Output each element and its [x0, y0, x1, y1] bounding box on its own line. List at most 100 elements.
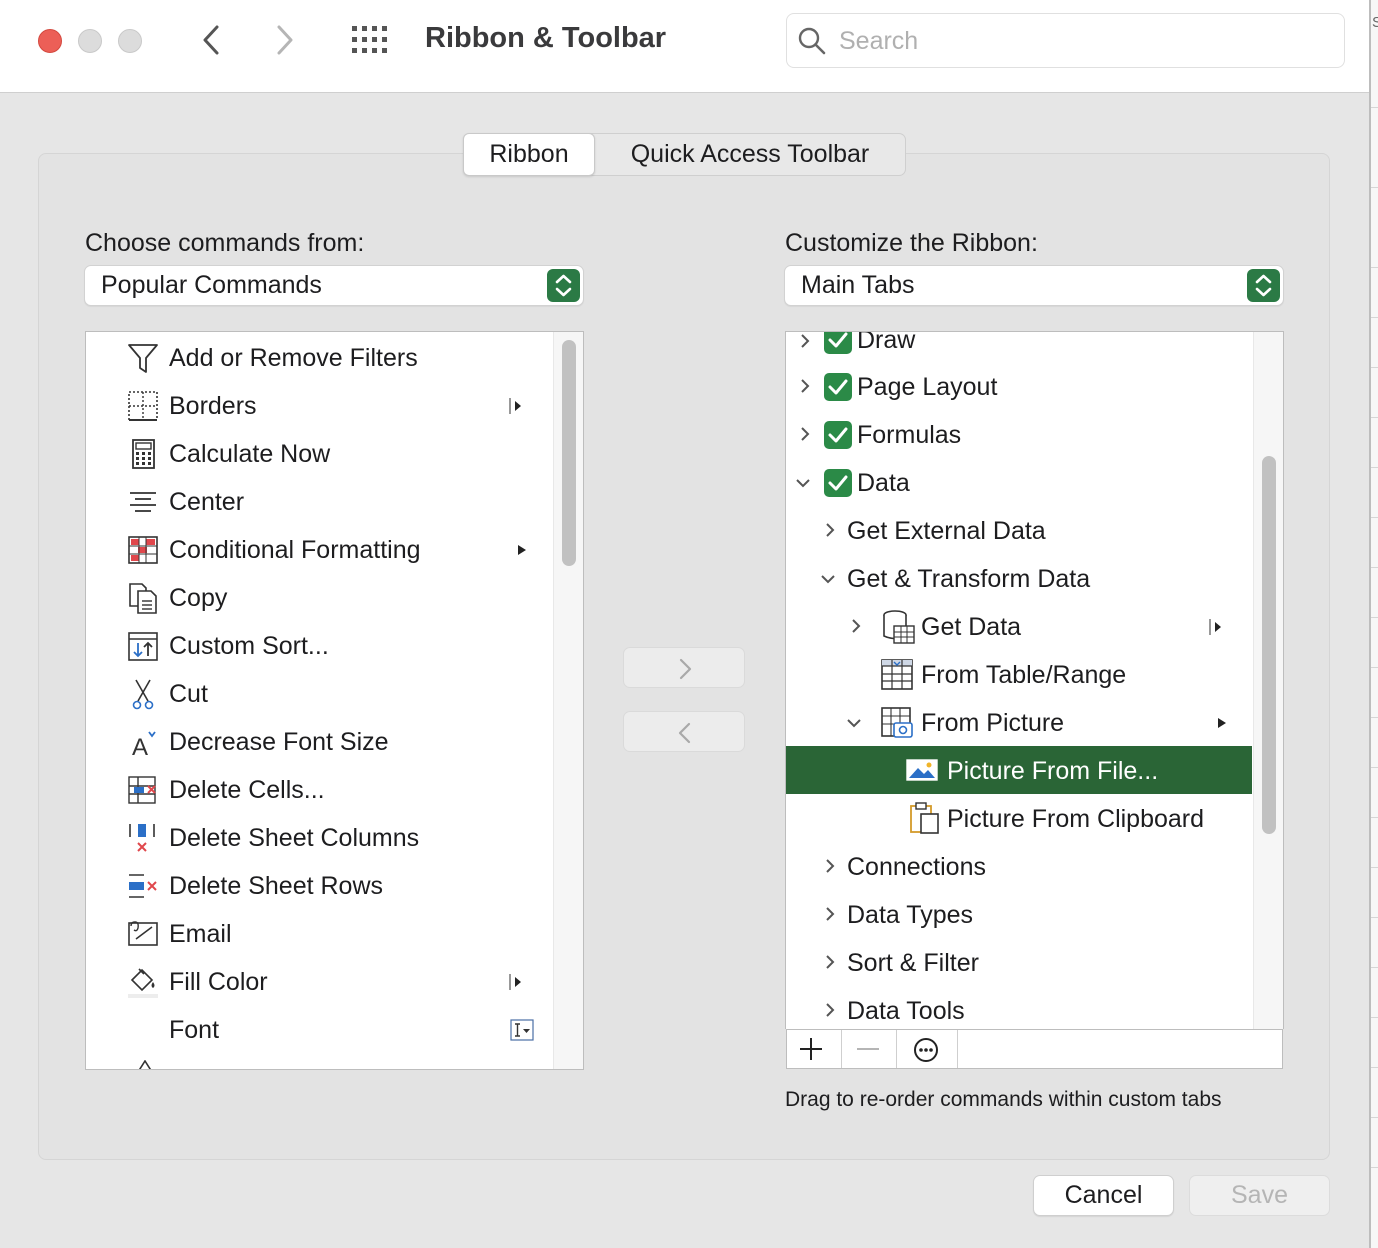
cancel-button[interactable]: Cancel — [1033, 1175, 1174, 1216]
settings-window: Ribbon & Toolbar Ribbon Quick Access Too… — [0, 0, 1369, 1248]
checkbox-checked-icon[interactable] — [824, 421, 852, 449]
more-options-button[interactable] — [897, 1030, 958, 1068]
decrease-font-icon: A — [132, 731, 156, 759]
add-command-button[interactable] — [623, 647, 745, 688]
ribbon-tree-scroll-thumb[interactable] — [1262, 456, 1276, 834]
list-item[interactable]: Fill Color — [86, 958, 551, 1006]
commands-source-dropdown[interactable]: Popular Commands — [84, 265, 584, 306]
ribbon-tabs-value: Main Tabs — [801, 271, 915, 299]
list-item[interactable]: Delete Cells... — [86, 766, 551, 814]
back-button[interactable] — [192, 20, 232, 60]
show-all-grid-button[interactable] — [350, 24, 390, 56]
close-window-button[interactable] — [38, 29, 62, 53]
checkbox-checked-icon[interactable] — [824, 373, 852, 401]
submenu-arrow-icon — [518, 545, 526, 555]
title-bar: Ribbon & Toolbar — [0, 0, 1369, 93]
reorder-hint: Drag to re-order commands within custom … — [785, 1088, 1222, 1111]
chevron-right-icon — [826, 955, 835, 969]
search-input[interactable] — [839, 23, 1319, 59]
list-item[interactable]: Delete Sheet Rows — [86, 862, 551, 910]
list-item[interactable]: Font — [86, 1006, 551, 1054]
chevron-right-icon — [801, 334, 810, 348]
forward-button[interactable] — [264, 20, 304, 60]
plus-icon — [800, 1038, 822, 1060]
remove-command-button[interactable] — [623, 711, 745, 752]
tab-quick-access-toolbar[interactable]: Quick Access Toolbar — [595, 134, 905, 175]
tree-item-get-transform-data[interactable]: Get & Transform Data — [786, 555, 1251, 603]
search-box[interactable] — [786, 13, 1345, 68]
chevron-right-icon — [801, 379, 810, 393]
tree-item-from-picture[interactable]: From Picture — [786, 699, 1251, 747]
dropdown-stepper-icon — [1247, 269, 1280, 302]
save-button[interactable]: Save — [1189, 1175, 1330, 1216]
tree-item-data-types[interactable]: Data Types — [786, 891, 1251, 939]
ribbon-tree-scrollbar[interactable] — [1253, 332, 1283, 1029]
list-item[interactable]: Custom Sort... — [86, 622, 551, 670]
split-submenu-icon — [509, 974, 521, 990]
tab-switcher: Ribbon Quick Access Toolbar — [463, 133, 906, 176]
delete-columns-icon — [129, 824, 155, 852]
tree-item-draw[interactable]: Draw — [786, 332, 1251, 364]
tree-item-from-table-range[interactable]: From Table/Range — [786, 651, 1251, 699]
tree-item-page-layout[interactable]: Page Layout — [786, 363, 1251, 411]
chevron-right-icon — [679, 658, 692, 680]
delete-cells-icon — [128, 776, 156, 804]
commands-scrollbar[interactable] — [553, 332, 583, 1069]
chevron-right-icon — [826, 1003, 835, 1017]
list-item[interactable]: Delete Sheet Columns — [86, 814, 551, 862]
add-tab-button[interactable] — [787, 1030, 842, 1068]
align-center-icon — [130, 492, 156, 512]
dropdown-stepper-icon — [547, 269, 580, 302]
tree-toolbar — [786, 1029, 1283, 1069]
zoom-window-button[interactable] — [118, 29, 142, 53]
chevron-left-icon — [203, 25, 219, 55]
list-item[interactable]: A Decrease Font Size — [86, 718, 551, 766]
list-item[interactable]: Cut — [86, 670, 551, 718]
picture-table-icon — [881, 707, 913, 738]
choose-commands-label: Choose commands from: — [85, 229, 365, 257]
minus-icon — [857, 1048, 879, 1050]
tree-item-data[interactable]: Data — [786, 459, 1251, 507]
borders-icon — [128, 391, 158, 421]
list-item[interactable]: Copy — [86, 574, 551, 622]
chevron-down-icon — [847, 719, 861, 728]
tab-ribbon[interactable]: Ribbon — [463, 133, 595, 176]
font-picker-icon — [510, 1019, 534, 1041]
svg-text:A: A — [132, 734, 148, 759]
ribbon-tabs-dropdown[interactable]: Main Tabs — [784, 265, 1284, 306]
chevron-right-icon — [277, 25, 293, 55]
more-icon — [914, 1038, 938, 1062]
chevron-right-icon — [826, 523, 835, 537]
commands-list[interactable]: Add or Remove Filters Borders Calculate … — [85, 331, 584, 1070]
tree-item-get-data[interactable]: Get Data — [786, 603, 1251, 651]
tree-item-connections[interactable]: Connections — [786, 843, 1251, 891]
tree-item-sort-filter[interactable]: Sort & Filter — [786, 939, 1251, 987]
submenu-arrow-icon — [1218, 718, 1226, 728]
tree-item-picture-from-clipboard[interactable]: Picture From Clipboard — [786, 795, 1251, 843]
tree-item-formulas[interactable]: Formulas — [786, 411, 1251, 459]
table-icon — [881, 659, 913, 690]
list-item[interactable]: Conditional Formatting — [86, 526, 551, 574]
checkbox-checked-icon[interactable] — [824, 469, 852, 497]
background-window-edge: S — [1369, 0, 1378, 1248]
remove-tab-button[interactable] — [842, 1030, 897, 1068]
window-title: Ribbon & Toolbar — [425, 22, 667, 54]
list-item[interactable]: Calculate Now — [86, 430, 551, 478]
email-icon — [128, 921, 158, 946]
chevron-right-icon — [852, 619, 861, 633]
delete-rows-icon — [129, 874, 157, 898]
list-item[interactable]: Email — [86, 910, 551, 958]
copy-icon — [129, 583, 157, 614]
tree-item-data-tools[interactable]: Data Tools — [786, 987, 1251, 1029]
list-item[interactable]: Borders — [86, 382, 551, 430]
list-item[interactable]: Add or Remove Filters — [86, 334, 551, 382]
chevron-down-icon — [796, 479, 810, 488]
minimize-window-button[interactable] — [78, 29, 102, 53]
tree-item-picture-from-file[interactable]: Picture From File... — [786, 747, 1251, 795]
checkbox-checked-icon[interactable] — [824, 332, 852, 354]
list-item[interactable]: Center — [86, 478, 551, 526]
split-submenu-icon — [509, 398, 521, 414]
commands-scroll-thumb[interactable] — [562, 340, 576, 566]
ribbon-tree[interactable]: Draw Page Layout Formulas Data Get Exter… — [785, 331, 1284, 1029]
tree-item-get-external-data[interactable]: Get External Data — [786, 507, 1251, 555]
